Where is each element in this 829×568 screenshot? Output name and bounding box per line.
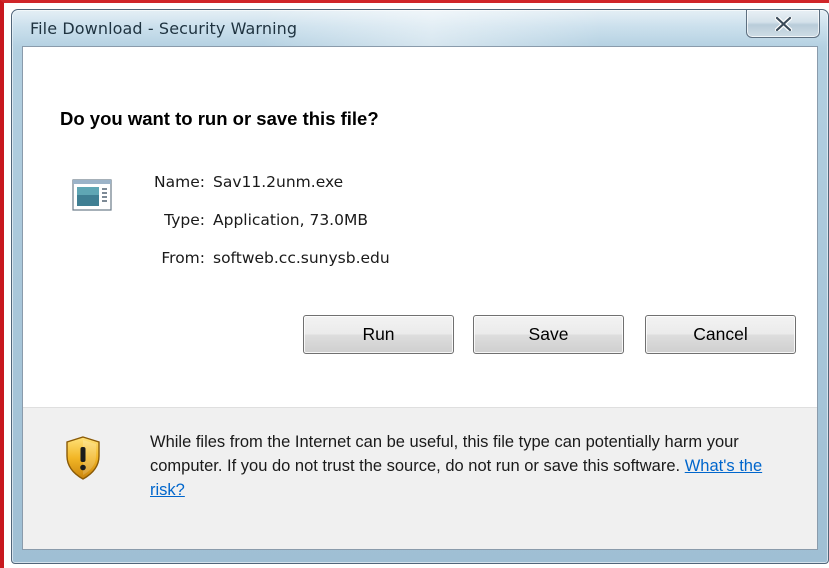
- warning-text: While files from the Internet can be use…: [150, 433, 739, 475]
- security-shield-icon: [66, 436, 100, 480]
- cancel-button[interactable]: Cancel: [645, 315, 796, 354]
- file-name-row: Name: Sav11.2unm.exe: [105, 173, 605, 195]
- type-label: Type:: [164, 211, 205, 229]
- type-value: Application, 73.0MB: [213, 211, 368, 229]
- window-title: File Download - Security Warning: [30, 19, 298, 38]
- name-value: Sav11.2unm.exe: [213, 173, 344, 191]
- close-icon: [775, 17, 792, 31]
- run-button[interactable]: Run: [303, 315, 454, 354]
- save-button[interactable]: Save: [473, 315, 624, 354]
- name-label: Name:: [154, 173, 205, 191]
- dialog-heading: Do you want to run or save this file?: [60, 108, 379, 129]
- file-from-row: From: softweb.cc.sunysb.edu: [105, 249, 605, 271]
- close-button[interactable]: [746, 10, 820, 38]
- security-warning-dialog: File Download - Security Warning Do you …: [11, 9, 829, 564]
- title-bar[interactable]: File Download - Security Warning: [12, 10, 828, 46]
- dialog-body: Do you want to run or save this file? Na…: [22, 46, 818, 550]
- screenshot-frame: File Download - Security Warning Do you …: [0, 0, 829, 568]
- security-warning-message: While files from the Internet can be use…: [150, 430, 790, 502]
- file-type-row: Type: Application, 73.0MB: [105, 211, 605, 233]
- from-label: From:: [161, 249, 205, 267]
- from-value: softweb.cc.sunysb.edu: [213, 249, 390, 267]
